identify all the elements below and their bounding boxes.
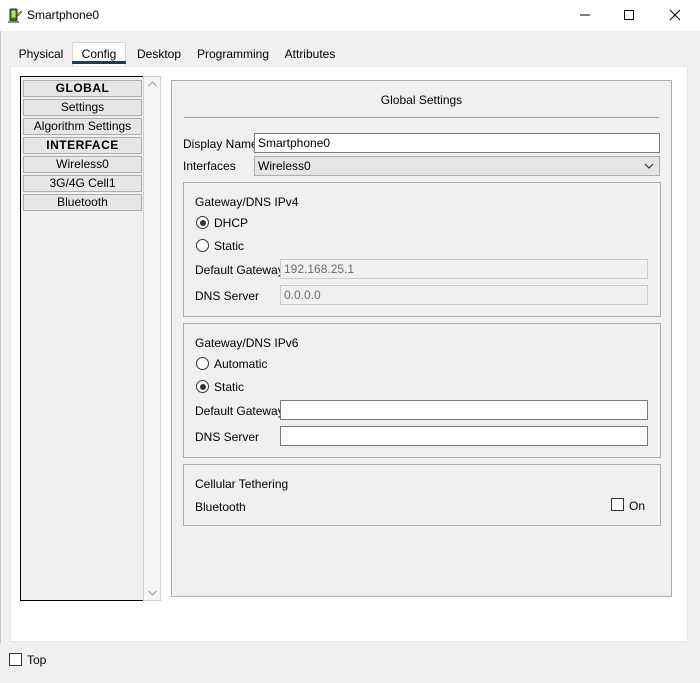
ipv6-dns-input[interactable] xyxy=(280,426,648,446)
ipv4-dns-label: DNS Server xyxy=(195,289,260,303)
dhcp-radio[interactable] xyxy=(196,216,209,229)
ipv4-group: Gateway/DNS IPv4 DHCP Static Default Gat… xyxy=(183,182,661,317)
smartphone-app-icon xyxy=(8,8,23,23)
sidebar-item-settings[interactable]: Settings xyxy=(23,99,142,116)
interfaces-selected-value: Wireless0 xyxy=(258,159,311,173)
sidebar: GLOBAL Settings Algorithm Settings INTER… xyxy=(20,76,144,601)
ipv6-static-radio[interactable] xyxy=(196,380,209,393)
tethering-group: Cellular Tethering Bluetooth On xyxy=(183,464,661,526)
sidebar-item-algorithm-settings[interactable]: Algorithm Settings xyxy=(23,118,142,135)
sidebar-item-3g4g-cell1[interactable]: 3G/4G Cell1 xyxy=(23,175,142,192)
top-checkbox[interactable] xyxy=(9,653,22,666)
tethering-on-checkbox[interactable] xyxy=(611,498,624,511)
automatic-radio[interactable] xyxy=(196,357,209,370)
ipv4-static-radio[interactable] xyxy=(196,239,209,252)
minimize-icon xyxy=(580,14,590,16)
tab-attributes[interactable]: Attributes xyxy=(278,43,342,67)
window-title: Smartphone0 xyxy=(27,8,100,22)
ipv4-gateway-input xyxy=(280,259,648,279)
ipv4-static-label: Static xyxy=(214,239,245,253)
ipv6-group: Gateway/DNS IPv6 Automatic Static Defaul… xyxy=(183,323,661,458)
ipv6-gateway-input[interactable] xyxy=(280,400,648,420)
dhcp-label: DHCP xyxy=(214,216,249,230)
scroll-up-icon[interactable] xyxy=(148,81,157,87)
tethering-bluetooth-label: Bluetooth xyxy=(195,500,246,514)
close-button[interactable] xyxy=(652,0,698,30)
title-bar: Smartphone0 xyxy=(0,0,700,31)
display-name-label: Display Name xyxy=(183,137,258,151)
ipv4-gateway-label: Default Gateway xyxy=(195,263,284,277)
tab-desktop[interactable]: Desktop xyxy=(130,43,188,67)
sidebar-item-wireless0[interactable]: Wireless0 xyxy=(23,156,142,173)
active-tab-indicator xyxy=(72,61,126,64)
panel-title: Global Settings xyxy=(380,93,463,107)
close-icon xyxy=(669,9,681,21)
maximize-button[interactable] xyxy=(606,0,652,30)
tab-programming[interactable]: Programming xyxy=(196,43,270,67)
scroll-down-icon[interactable] xyxy=(148,590,157,596)
chevron-down-icon xyxy=(644,163,654,169)
ipv6-gateway-label: Default Gateway xyxy=(195,404,284,418)
interfaces-select[interactable]: Wireless0 xyxy=(254,156,660,176)
tethering-title: Cellular Tethering xyxy=(195,477,289,491)
ipv4-dns-input xyxy=(280,285,648,305)
sidebar-item-bluetooth[interactable]: Bluetooth xyxy=(23,194,142,211)
footer-bar: Top xyxy=(0,643,700,683)
tethering-on-label: On xyxy=(629,499,646,513)
minimize-button[interactable] xyxy=(562,0,608,30)
ipv4-group-title: Gateway/DNS IPv4 xyxy=(195,195,299,209)
top-label: Top xyxy=(27,653,47,667)
tab-physical[interactable]: Physical xyxy=(12,43,70,67)
maximize-icon xyxy=(624,10,634,20)
sidebar-header-interface: INTERFACE xyxy=(23,137,142,154)
title-divider xyxy=(184,117,659,118)
automatic-label: Automatic xyxy=(214,357,268,371)
display-name-input[interactable] xyxy=(254,133,660,153)
ipv6-group-title: Gateway/DNS IPv6 xyxy=(195,336,299,350)
global-settings-panel: Global Settings Display Name Interfaces … xyxy=(171,80,672,597)
sidebar-scrollbar[interactable] xyxy=(143,76,161,601)
interfaces-label: Interfaces xyxy=(183,159,236,173)
sidebar-header-global: GLOBAL xyxy=(23,80,142,97)
ipv6-dns-label: DNS Server xyxy=(195,430,260,444)
ipv6-static-label: Static xyxy=(214,380,245,394)
